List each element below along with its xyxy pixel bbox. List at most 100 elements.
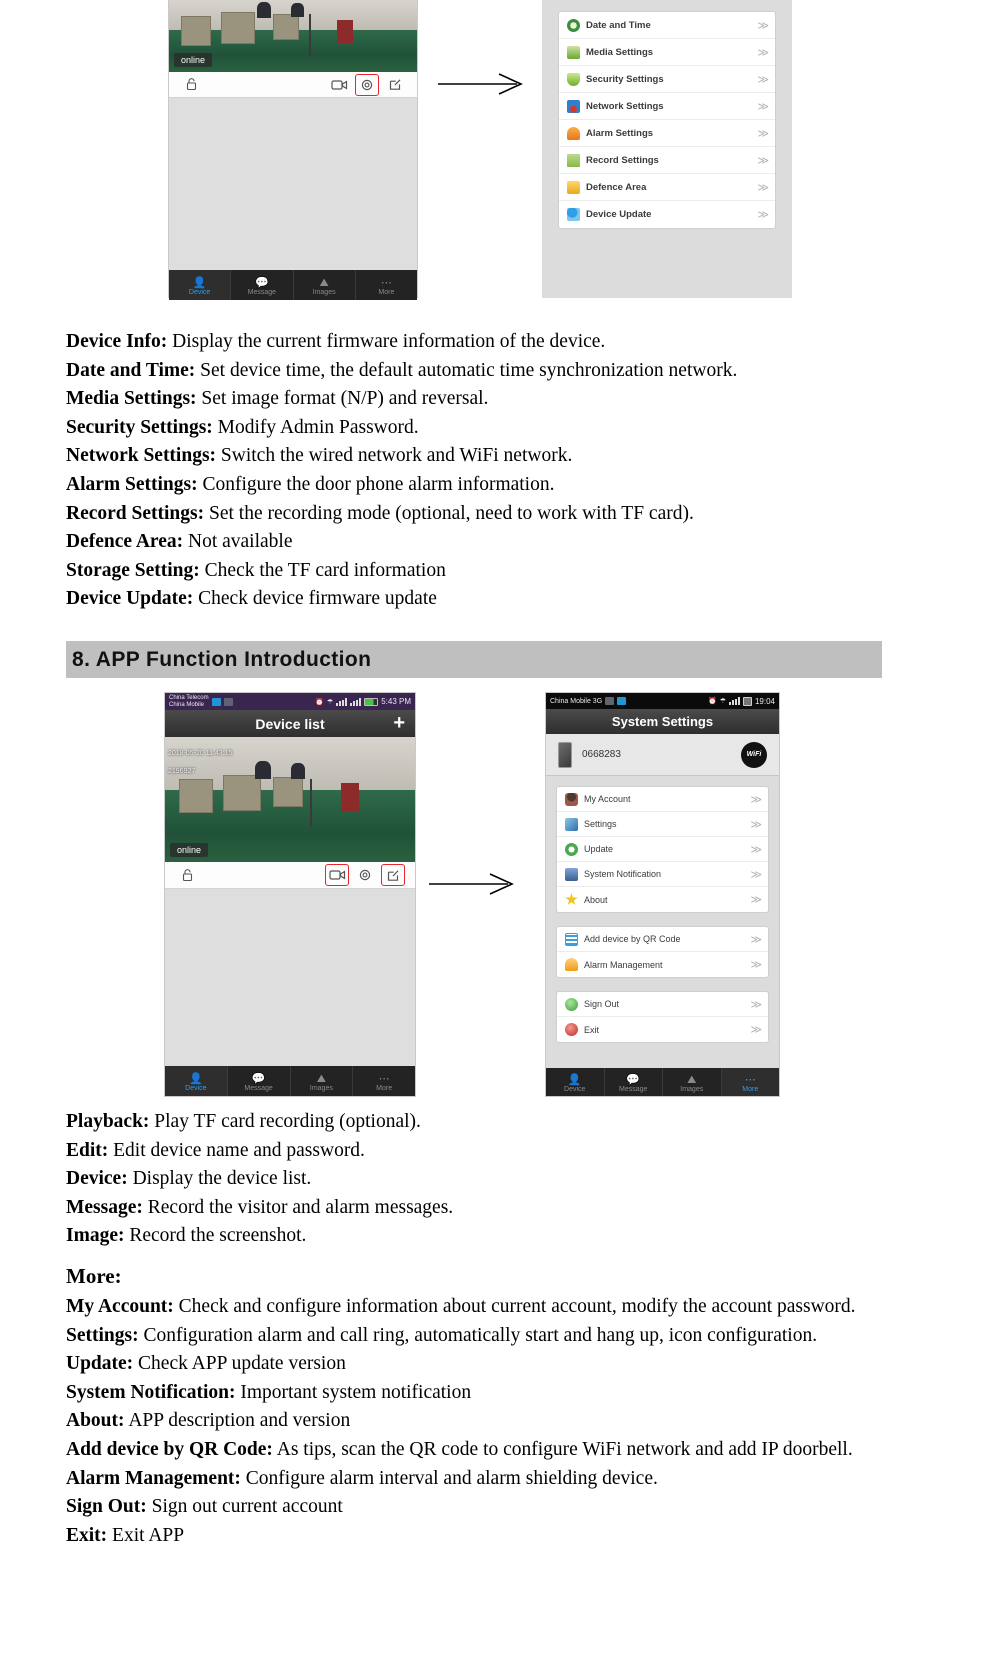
settings-item-defence-area[interactable]: Defence Area ≫ — [559, 174, 775, 201]
bottom-tabbar: 👤 Device 💬 Message ⛰ Images ⋯ More — [165, 1066, 415, 1096]
tab-images[interactable]: ⛰ Images — [294, 270, 356, 300]
settings-item-alarm-settings[interactable]: Alarm Settings ≫ — [559, 120, 775, 147]
device-list-empty-area — [169, 98, 417, 270]
settings-item-system-notification[interactable]: System Notification ≫ — [557, 862, 768, 887]
flow-arrow-bottom — [428, 872, 524, 896]
glossary-term: Alarm Settings: — [66, 474, 198, 495]
glossary-line: Exit: Exit APP — [66, 1522, 184, 1551]
chevron-right-icon: ≫ — [750, 843, 761, 856]
lock-icon[interactable] — [180, 75, 202, 95]
tab-more[interactable]: ⋯ More — [356, 270, 417, 300]
glossary-desc: Important system notification — [240, 1381, 472, 1403]
add-device-button[interactable]: + — [393, 712, 405, 735]
settings-item-label: Sign Out — [584, 999, 620, 1009]
glossary-line: Playback: Play TF card recording (option… — [66, 1108, 421, 1137]
shield-icon — [567, 72, 580, 86]
glossary-term: Device Info: — [66, 331, 168, 352]
settings-item-label: Date and Time — [586, 19, 651, 31]
gear-icon[interactable] — [355, 73, 379, 96]
settings-item-add-device-by-qr-code[interactable]: Add device by QR Code ≫ — [557, 927, 768, 952]
settings-item-about[interactable]: About ≫ — [557, 887, 768, 912]
glossary-line: Sign Out: Sign out current account — [66, 1493, 343, 1522]
settings-item-media-settings[interactable]: Media Settings ≫ — [559, 39, 775, 66]
glossary-desc: Configure the door phone alarm informati… — [202, 474, 555, 495]
tab-message[interactable]: 💬 Message — [605, 1068, 663, 1096]
tab-device[interactable]: 👤 Device — [169, 270, 232, 300]
3g-signal-icon — [350, 697, 362, 706]
section-heading-app-function-introduction: 8. APP Function Introduction — [66, 641, 882, 678]
settings-item-exit[interactable]: Exit ≫ — [557, 1017, 768, 1042]
flow-arrow-top — [437, 72, 533, 96]
tab-device[interactable]: 👤 Device — [165, 1066, 228, 1096]
glossary-desc: Edit device name and password. — [113, 1139, 365, 1161]
glossary-desc: Record the visitor and alarm messages. — [147, 1196, 454, 1218]
tab-label: Message — [619, 1085, 648, 1093]
tab-images[interactable]: ⛰ Images — [291, 1066, 354, 1096]
settings-item-label: Alarm Management — [584, 959, 663, 970]
settings-item-sign-out[interactable]: Sign Out ≫ — [557, 992, 768, 1017]
device-settings-card: Date and Time ≫ Media Settings ≫ Securit… — [558, 11, 776, 229]
chevron-right-icon: ≫ — [757, 19, 768, 32]
camera-person — [255, 761, 271, 779]
battery-icon — [742, 696, 752, 706]
glossary-term: Device Update: — [66, 588, 194, 610]
titlebar-device-list: Device list + — [165, 710, 415, 737]
titlebar-title: System Settings — [611, 714, 714, 729]
settings-item-date-and-time[interactable]: Date and Time ≫ — [559, 12, 775, 39]
glossary-line: Alarm Management: Configure alarm interv… — [66, 1465, 658, 1494]
settings-item-network-settings[interactable]: Network Settings ≫ — [559, 93, 775, 120]
camera-desk — [223, 775, 261, 811]
tab-label: Device — [185, 1084, 207, 1092]
gear-icon — [565, 817, 578, 831]
video-camera-icon[interactable] — [328, 75, 350, 95]
chevron-right-icon: ≫ — [750, 933, 761, 946]
subheading-more: More: — [66, 1264, 122, 1288]
statusbar-left: China Telecom China Mobile ⏰ ☂ 5:43 PM — [165, 693, 415, 710]
glossary-line: Update: Check APP update version — [66, 1350, 346, 1379]
settings-item-settings[interactable]: Settings ≫ — [557, 812, 768, 837]
chevron-right-icon: ≫ — [750, 868, 761, 881]
user-icon — [565, 792, 578, 806]
glossary-term: Image: — [66, 1225, 125, 1247]
tab-more[interactable]: ⋯ More — [353, 1066, 415, 1096]
chevron-right-icon: ≫ — [757, 46, 768, 59]
signout-icon — [565, 997, 578, 1011]
tab-more[interactable]: ⋯ More — [721, 1068, 779, 1096]
chat-icon: 💬 — [251, 1072, 266, 1085]
settings-item-record-settings[interactable]: Record Settings ≫ — [559, 147, 775, 174]
glossary-term: Message: — [66, 1196, 143, 1218]
gear-icon[interactable] — [354, 865, 376, 885]
carrier-label: China Mobile 3G — [550, 697, 603, 705]
chevron-right-icon: ≫ — [750, 818, 761, 831]
monitor-icon — [565, 867, 578, 881]
glossary-desc: Not available — [188, 531, 293, 553]
tab-device[interactable]: 👤 Device — [546, 1068, 605, 1096]
settings-item-security-settings[interactable]: Security Settings ≫ — [559, 66, 775, 93]
video-camera-icon[interactable] — [325, 864, 349, 886]
glossary-desc: Display the current firmware information… — [172, 331, 606, 352]
glossary-line: Storage Setting: Check the TF card infor… — [66, 557, 446, 586]
clock-label: 19:04 — [754, 696, 775, 706]
settings-item-device-update[interactable]: Device Update ≫ — [559, 201, 775, 228]
glossary-term: Settings: — [66, 1324, 139, 1346]
tab-label: Device — [188, 288, 211, 296]
signal-icon — [728, 697, 740, 705]
camera-desk — [273, 14, 299, 40]
settings-item-update[interactable]: Update ≫ — [557, 837, 768, 862]
battery-icon — [364, 697, 379, 706]
camera-chair — [341, 783, 359, 811]
tab-message[interactable]: 💬 Message — [228, 1066, 291, 1096]
glossary-desc: Check and configure information about cu… — [178, 1296, 856, 1317]
edit-icon[interactable] — [381, 864, 405, 886]
tab-message[interactable]: 💬 Message — [231, 270, 294, 300]
camera-pole — [310, 779, 312, 827]
lock-icon[interactable] — [176, 865, 198, 885]
settings-item-my-account[interactable]: My Account ≫ — [557, 787, 768, 812]
tab-images[interactable]: ⛰ Images — [663, 1068, 722, 1096]
glossary-desc: Display the device list. — [132, 1168, 312, 1190]
edit-icon[interactable] — [384, 75, 406, 95]
settings-item-alarm-management[interactable]: Alarm Management ≫ — [557, 952, 768, 977]
chevron-right-icon: ≫ — [757, 127, 768, 140]
wifi-icon: ☂ — [719, 698, 726, 705]
settings-item-label: Alarm Settings — [586, 127, 654, 139]
